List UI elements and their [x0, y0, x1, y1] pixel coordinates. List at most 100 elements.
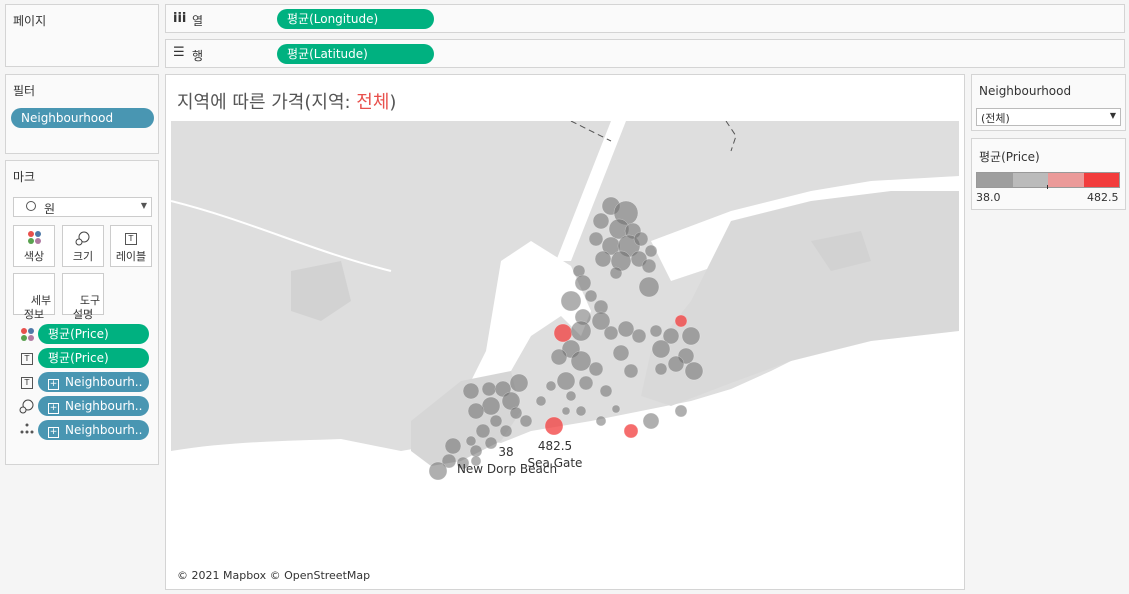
neighbourhood-filter-pill[interactable]: Neighbourhood — [11, 108, 154, 128]
neighbourhood-bubble[interactable] — [578, 375, 594, 391]
neighbourhood-bubble[interactable] — [574, 274, 592, 292]
neighbourhood-bubble[interactable] — [465, 435, 477, 447]
size-icon — [19, 398, 35, 414]
neighbourhood-bubble[interactable] — [592, 212, 610, 230]
legend-swatch — [1048, 173, 1084, 187]
sea-gate-value-label: 482.5 — [538, 439, 572, 453]
neighbourhood-bubble[interactable] — [489, 414, 503, 428]
neighbourhood-bubble[interactable] — [623, 423, 639, 439]
plus-box-icon[interactable]: + — [48, 427, 59, 438]
neighbourhood-bubble[interactable] — [545, 380, 557, 392]
longitude-pill[interactable]: 평균(Longitude) — [277, 9, 434, 29]
detail-neighbourhood-pill[interactable]: + Neighbourh.. — [38, 420, 149, 440]
road-line — [171, 200, 392, 272]
neighbourhood-bubble[interactable] — [681, 326, 701, 346]
price-legend-gradient[interactable] — [976, 172, 1120, 188]
neighbourhood-bubble[interactable] — [570, 320, 592, 342]
neighbourhood-bubble[interactable] — [556, 371, 576, 391]
neighbourhood-bubble[interactable] — [560, 290, 582, 312]
size-button[interactable]: 크기 — [62, 225, 104, 267]
neighbourhood-bubble[interactable] — [484, 436, 498, 450]
neighbourhood-bubble[interactable] — [550, 348, 568, 366]
map-canvas[interactable]: 38 New Dorp Beach 482.5 Sea Gate — [171, 121, 959, 585]
neighbourhood-bubble[interactable] — [519, 414, 533, 428]
rows-shelf[interactable]: ☰ 행 평균(Latitude) — [165, 39, 1125, 68]
neighbourhood-bubble[interactable] — [509, 373, 529, 393]
latitude-pill[interactable]: 평균(Latitude) — [277, 44, 434, 64]
neighbourhood-bubble[interactable] — [633, 231, 649, 247]
neighbourhood-bubble[interactable] — [509, 406, 523, 420]
size-neighbourhood-pill[interactable]: + Neighbourh.. — [38, 396, 149, 416]
neighbourhood-bubble[interactable] — [467, 402, 485, 420]
neighbourhood-bubble[interactable] — [644, 244, 658, 258]
neighbourhood-bubble[interactable] — [623, 363, 639, 379]
neighbourhood-bubble[interactable] — [475, 423, 491, 439]
tooltip-button[interactable]: 도구 설명 — [62, 273, 104, 321]
neighbourhood-bubble[interactable] — [609, 266, 623, 280]
neighbourhood-bubble[interactable] — [674, 314, 688, 328]
neighbourhood-bubble[interactable] — [428, 461, 448, 481]
neighbourhood-bubble[interactable] — [594, 250, 612, 268]
neighbourhood-bubble[interactable] — [674, 404, 688, 418]
neighbourhood-bubble[interactable] — [617, 320, 635, 338]
color-icon — [14, 230, 54, 246]
neighbourhood-bubble[interactable] — [603, 325, 619, 341]
neighbourhood-bubble[interactable] — [684, 361, 704, 381]
detail-button[interactable]: 세부 정보 — [13, 273, 55, 321]
neighbourhood-bubble[interactable] — [584, 289, 598, 303]
color-price-pill[interactable]: 평균(Price) — [38, 324, 149, 344]
neighbourhood-bubble[interactable] — [642, 412, 660, 430]
neighbourhood-bubble[interactable] — [481, 396, 501, 416]
mark-type-label: 원 — [44, 202, 56, 216]
color-icon — [19, 327, 35, 343]
legend-swatch — [1012, 173, 1048, 187]
neighbourhood-bubble[interactable] — [462, 382, 480, 400]
neighbourhood-bubble[interactable] — [641, 258, 657, 274]
map-view[interactable]: 38 New Dorp Beach 482.5 Sea Gate © 2021 … — [171, 121, 959, 585]
neighbourhood-bubble[interactable] — [638, 276, 660, 298]
plus-box-icon[interactable]: + — [48, 403, 59, 414]
neighbourhood-bubble[interactable] — [481, 381, 497, 397]
neighbourhood-bubble[interactable] — [651, 339, 671, 359]
neighbourhood-bubble[interactable] — [649, 324, 663, 338]
chevron-down-icon: ▼ — [140, 201, 147, 210]
neighbourhood-bubble[interactable] — [444, 437, 462, 455]
neighbourhood-bubble[interactable] — [599, 384, 613, 398]
neighbourhood-bubble[interactable] — [654, 362, 668, 376]
neighbourhood-bubble[interactable] — [565, 390, 577, 402]
columns-label: 열 — [192, 14, 204, 28]
state-border-line — [725, 121, 737, 152]
mark-type-dropdown[interactable]: 원 ▼ — [13, 197, 152, 217]
neighbourhood-bubble[interactable] — [611, 404, 621, 414]
circle-icon — [26, 201, 36, 211]
neighbourhood-bubble[interactable] — [612, 344, 630, 362]
pages-title: 페이지 — [13, 14, 47, 28]
label-neighbourhood-pill[interactable]: + Neighbourh.. — [38, 372, 149, 392]
neighbourhood-bubble[interactable] — [631, 328, 647, 344]
neighbourhood-bubble[interactable] — [588, 231, 604, 247]
neighbourhood-bubble[interactable] — [561, 406, 571, 416]
map-attribution[interactable]: © 2021 Mapbox © OpenStreetMap — [173, 568, 375, 583]
neighbourhood-bubble[interactable] — [667, 355, 685, 373]
plus-box-icon[interactable]: + — [48, 379, 59, 390]
legend-tick — [1047, 185, 1048, 189]
label-price-pill[interactable]: 평균(Price) — [38, 348, 149, 368]
neighbourhood-bubble[interactable] — [553, 323, 573, 343]
label-button[interactable]: T 레이블 — [110, 225, 152, 267]
neighbourhood-bubble[interactable] — [575, 405, 587, 417]
neighbourhood-bubble[interactable] — [535, 395, 547, 407]
color-button[interactable]: 색상 — [13, 225, 55, 267]
marks-title: 마크 — [13, 170, 36, 184]
neighbourhood-bubble[interactable] — [499, 424, 513, 438]
legend-swatch — [977, 173, 1013, 187]
chart-title-suffix: ) — [389, 92, 397, 113]
neighbourhood-bubble[interactable] — [588, 361, 604, 377]
columns-shelf[interactable]: iii 열 평균(Longitude) — [165, 4, 1125, 33]
neighbourhood-bubble[interactable] — [544, 416, 564, 436]
neighbourhood-dropdown[interactable]: (전체) ▼ — [976, 108, 1121, 126]
filters-panel: 필터 Neighbourhood — [5, 74, 159, 154]
neighbourhood-bubble[interactable] — [570, 350, 592, 372]
neighbourhood-bubble[interactable] — [595, 415, 607, 427]
chevron-down-icon: ▼ — [1109, 111, 1116, 120]
neighbourhood-bubble[interactable] — [469, 444, 483, 458]
